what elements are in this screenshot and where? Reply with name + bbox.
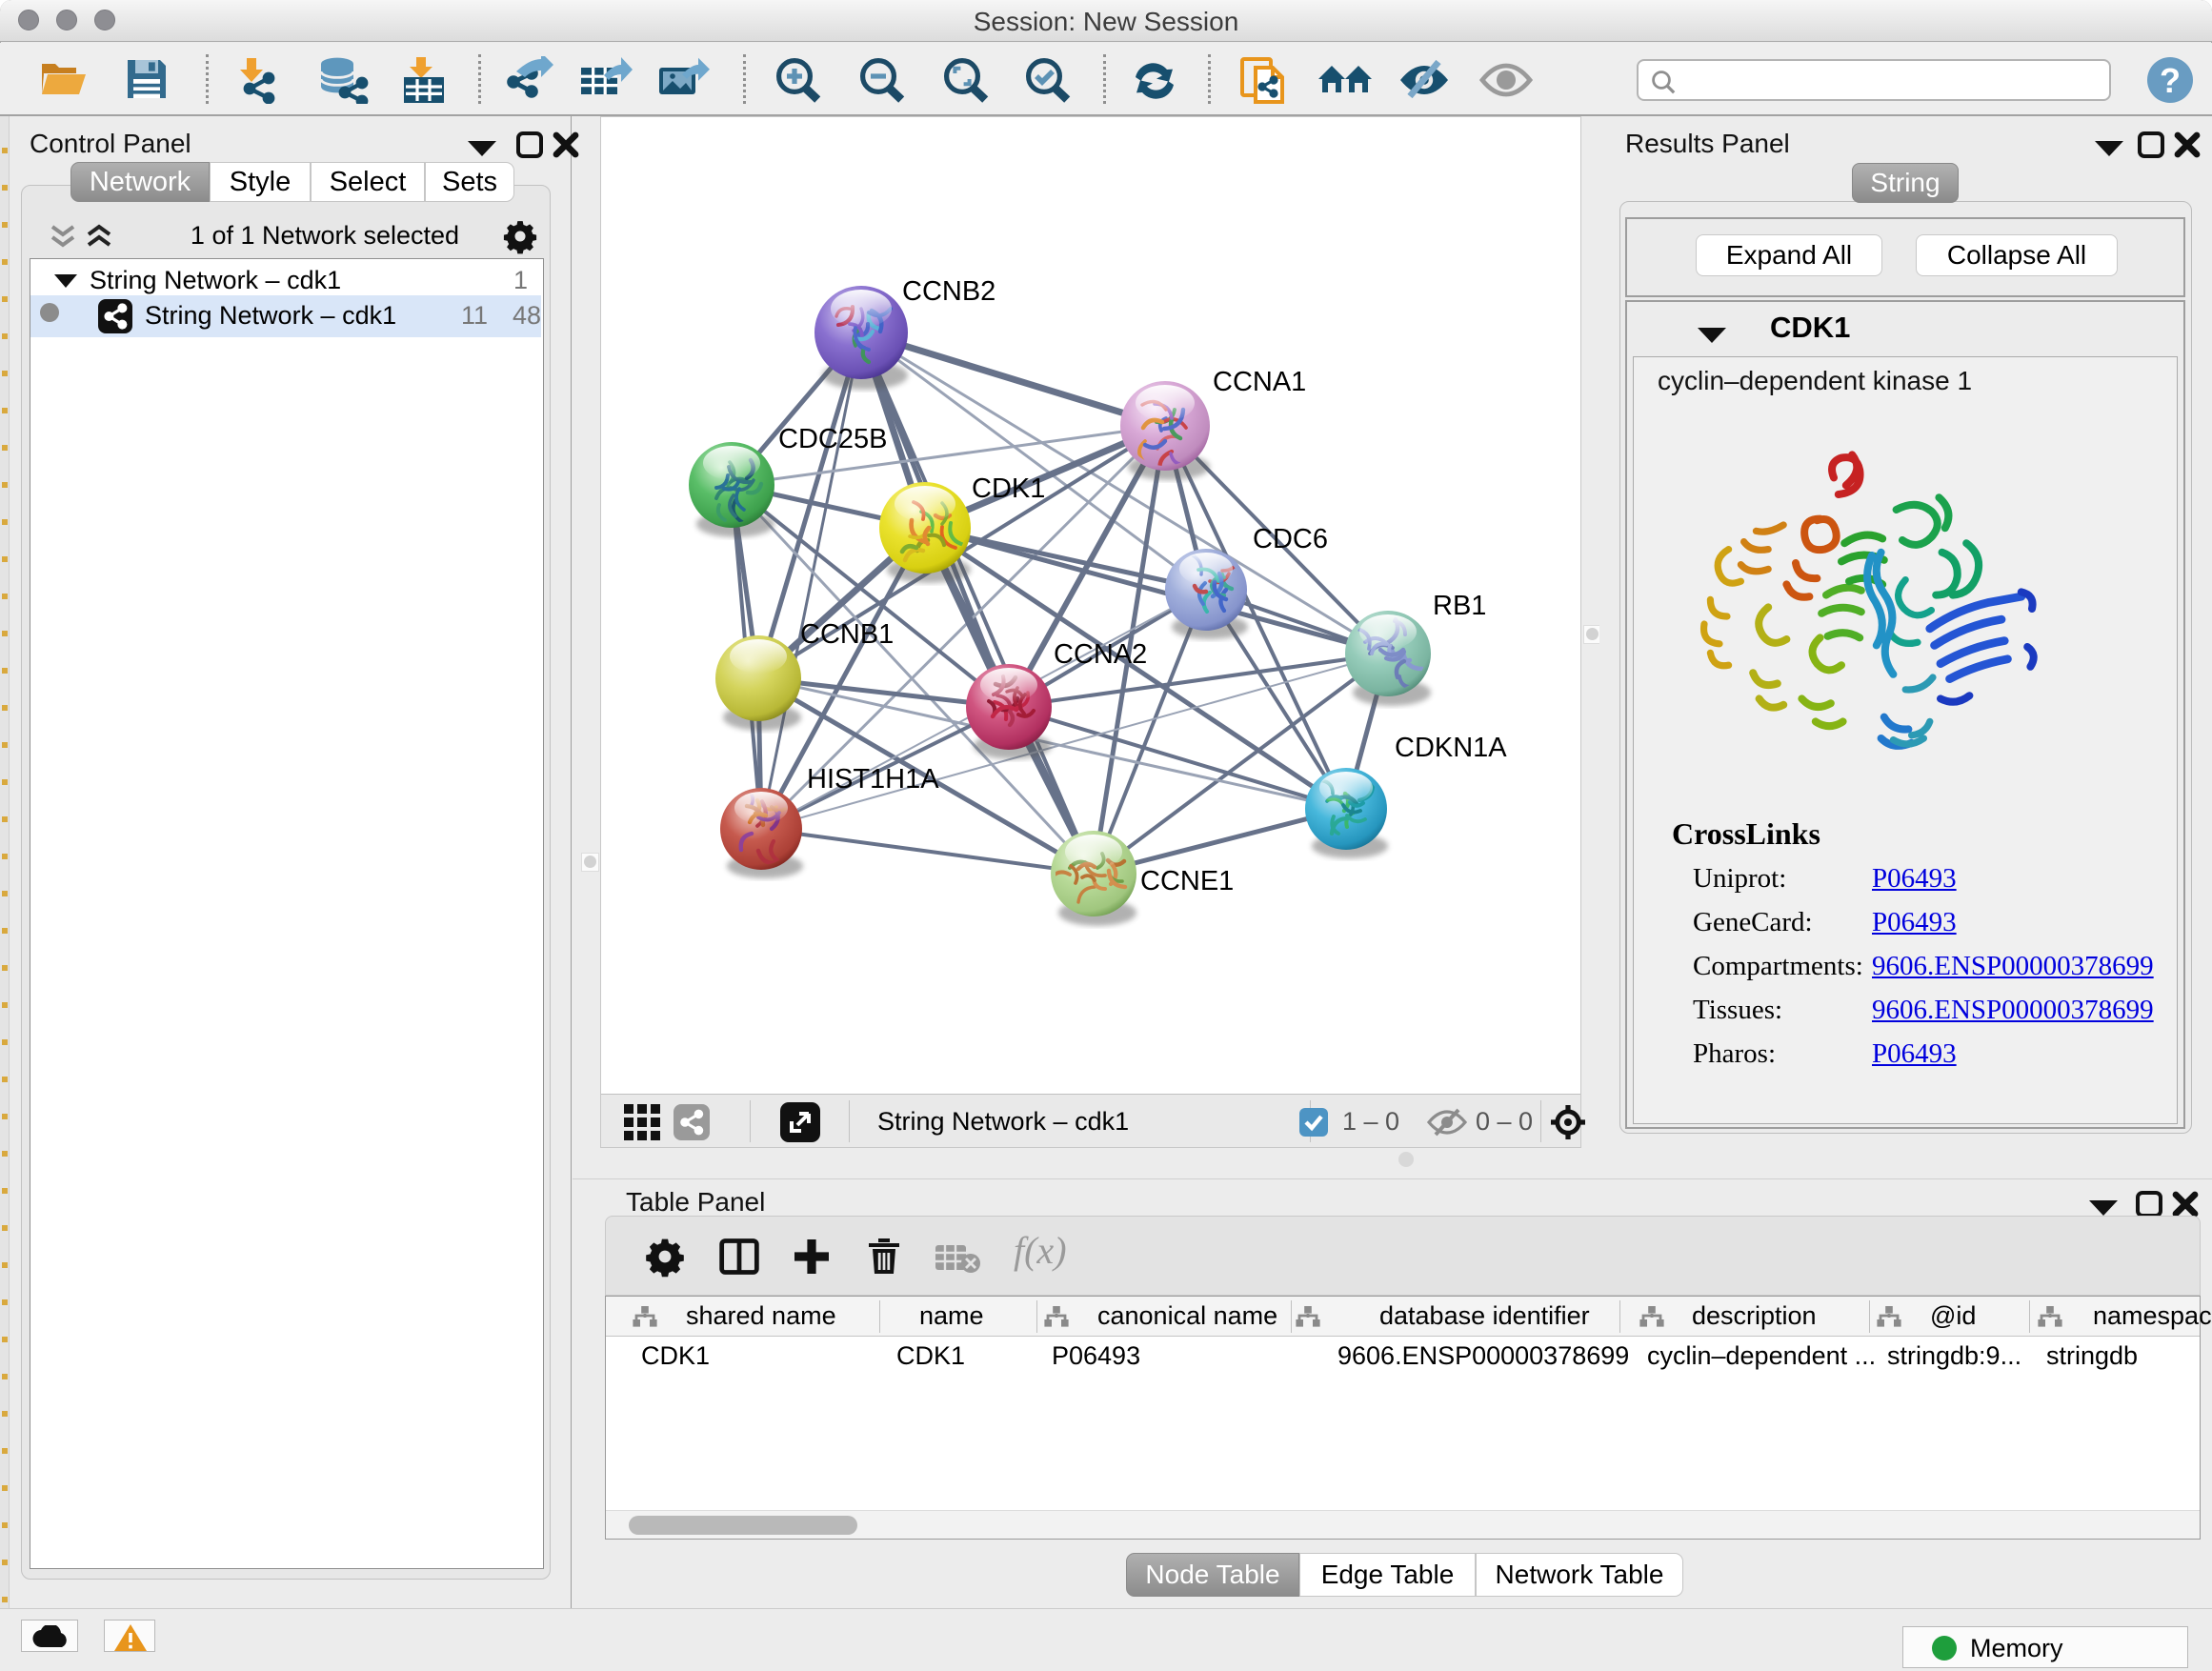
svg-text:CCNB2: CCNB2 (902, 276, 995, 307)
svg-text:CDC25B: CDC25B (778, 424, 887, 454)
svg-text:CDKN1A: CDKN1A (1395, 733, 1507, 763)
svg-text:CCNA2: CCNA2 (1054, 639, 1147, 670)
svg-text:CCNE1: CCNE1 (1140, 866, 1234, 896)
svg-text:CDK1: CDK1 (972, 473, 1045, 504)
svg-text:CDC6: CDC6 (1253, 524, 1328, 554)
svg-text:CCNA1: CCNA1 (1213, 367, 1306, 397)
svg-text:CCNB1: CCNB1 (800, 619, 894, 650)
svg-text:HIST1H1A: HIST1H1A (807, 764, 939, 795)
svg-text:?: ? (2160, 61, 2181, 100)
svg-text:RB1: RB1 (1433, 591, 1486, 621)
